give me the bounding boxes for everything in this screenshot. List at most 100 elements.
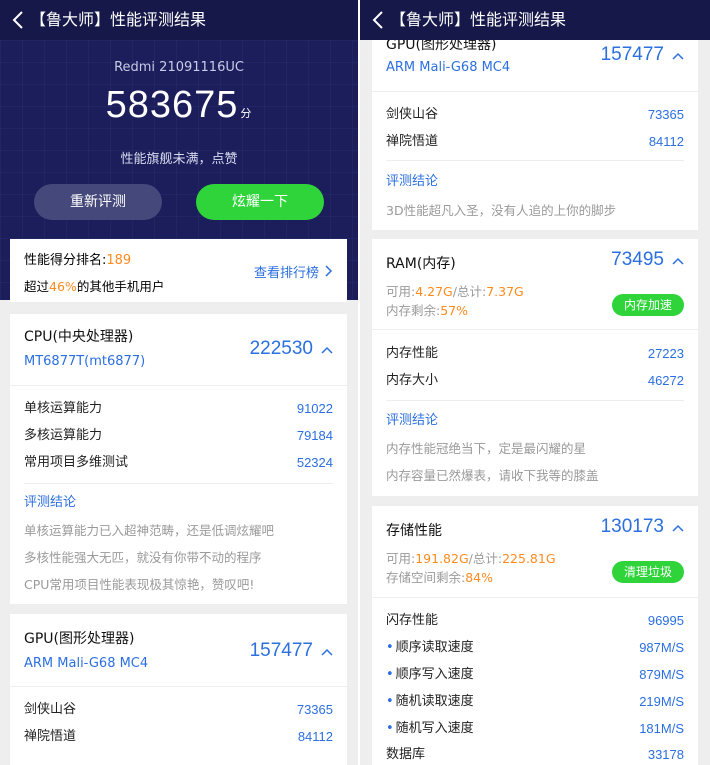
cpu-item-label: 单核运算能力 — [24, 401, 103, 416]
cpu-item-row: 单核运算能力 91022 — [24, 400, 333, 418]
view-ranking-link[interactable]: 查看排行榜 — [254, 262, 319, 281]
gpu-item-label: 禅院悟道 — [386, 134, 439, 149]
storage-item-label: 随机读取速度 — [395, 694, 474, 709]
total-score-value: 583675 — [105, 84, 239, 126]
rank-value: 189 — [106, 253, 132, 268]
top-bar: 【鲁大师】性能评测结果 — [0, 0, 358, 40]
gpu-conclusion-title: 评测结论 — [386, 174, 439, 189]
total-score: 583675 分 — [0, 84, 358, 127]
gpu-item-label: 剑侠山谷 — [24, 702, 77, 717]
memory-boost-button[interactable]: 内存加速 — [611, 294, 684, 316]
share-button[interactable]: 炫耀一下 — [196, 184, 324, 220]
cpu-model: MT6877T(mt6877) — [24, 354, 146, 369]
right-screen: GPU(图形处理器) ARM Mali-G68 MC4 157477 剑侠山谷 7… — [360, 0, 710, 765]
gpu-score: 157477 — [249, 640, 313, 661]
ram-card: RAM(内存) 73495 可用:4.27G/总计:7.37G 内存剩余:57%… — [372, 239, 698, 496]
cpu-conclusion: 多核性能强大无匹，就没有你带不动的程序 — [24, 550, 262, 565]
storage-usage: 可用:191.82G/总计:225.81G — [386, 548, 556, 567]
cpu-item-label: 多核运算能力 — [24, 428, 103, 443]
top-bar: 【鲁大师】性能评测结果 — [360, 0, 710, 40]
gpu-item-value: 73365 — [296, 702, 333, 717]
storage-score: 130173 — [600, 516, 664, 537]
gpu-conclusion: 3D性能超凡入圣，没有人追的上你的脚步 — [386, 203, 617, 218]
flash-row: 闪存性能 96995 — [386, 612, 684, 630]
cpu-conclusion-title: 评测结论 — [24, 495, 77, 510]
page-title: 【鲁大师】性能评测结果 — [30, 10, 207, 29]
rank-line: 性能得分排名:189 — [24, 249, 131, 268]
divider — [24, 483, 333, 484]
storage-title: 存储性能 — [386, 523, 442, 539]
ram-usage: 可用:4.27G/总计:7.37G — [386, 281, 524, 300]
beat-percent: 46% — [49, 279, 77, 294]
cpu-item-row: 多核运算能力 79184 — [24, 427, 333, 445]
gpu-item-row: 剑侠山谷 73365 — [24, 701, 333, 719]
cpu-title: CPU(中央处理器) — [24, 329, 134, 345]
cpu-score: 222530 — [249, 338, 313, 359]
ram-item-row: 内存性能 27223 — [386, 345, 684, 363]
storage-card: 存储性能 130173 可用:191.82G/总计:225.81G 存储空间剩余… — [372, 506, 698, 765]
storage-remain-value: 84% — [465, 570, 494, 585]
gpu-item-row: 剑侠山谷 73365 — [386, 106, 684, 124]
gpu-title: GPU(图形处理器) — [24, 631, 135, 647]
chevron-up-icon[interactable] — [672, 257, 684, 265]
chevron-up-icon[interactable] — [672, 52, 684, 60]
ram-remain-label: 内存剩余: — [386, 303, 441, 318]
ram-item-label: 内存性能 — [386, 346, 439, 361]
database-label: 数据库 — [386, 747, 426, 762]
beat-suffix: 的其他手机用户 — [76, 279, 165, 294]
storage-total-value: 225.81G — [502, 551, 556, 566]
gpu-item-label: 禅院悟道 — [24, 729, 77, 744]
storage-item-row: • 顺序读取速度 987M/S — [386, 639, 684, 657]
rank-label: 性能得分排名: — [24, 253, 107, 268]
device-model: Redmi 21091116UC — [114, 60, 244, 75]
gpu-score: 157477 — [600, 44, 664, 65]
left-screen: 【鲁大师】性能评测结果 Redmi 21091116UC 583675 分 性能旗… — [0, 0, 358, 765]
storage-item-label: 顺序写入速度 — [395, 667, 474, 682]
gpu-item-label: 剑侠山谷 — [386, 107, 439, 122]
storage-item-value: 879M/S — [639, 667, 684, 682]
cpu-item-value: 79184 — [296, 428, 333, 443]
ram-item-value: 46272 — [647, 373, 684, 388]
ram-total-value: 7.37G — [486, 284, 524, 299]
chevron-up-icon[interactable] — [321, 648, 333, 656]
back-arrow-icon[interactable] — [368, 8, 390, 32]
storage-item-value: 987M/S — [639, 640, 684, 655]
divider — [386, 160, 684, 161]
cpu-item-label: 常用项目多维测试 — [24, 455, 129, 470]
divider — [386, 400, 684, 401]
chevron-up-icon[interactable] — [321, 346, 333, 354]
beat-line: 超过46%的其他手机用户 — [24, 276, 164, 295]
storage-avail-label: 可用: — [386, 551, 416, 566]
ram-remaining: 内存剩余:57% — [386, 300, 468, 319]
ram-total-label: /总计: — [452, 284, 487, 299]
rank-card[interactable]: 性能得分排名:189 超过46%的其他手机用户 查看排行榜 — [10, 239, 347, 302]
storage-item-row: • 顺序写入速度 879M/S — [386, 666, 684, 684]
storage-avail-value: 191.82G — [415, 551, 469, 566]
ram-item-row: 内存大小 46272 — [386, 372, 684, 390]
flash-label: 闪存性能 — [386, 613, 439, 628]
storage-item-row: • 随机写入速度 181M/S — [386, 720, 684, 738]
storage-item-row: • 随机读取速度 219M/S — [386, 693, 684, 711]
beat-prefix: 超过 — [24, 279, 50, 294]
database-row: 数据库 33178 — [386, 746, 684, 764]
gpu-card: GPU(图形处理器) ARM Mali-G68 MC4 157477 剑侠山谷 7… — [372, 24, 698, 230]
bullet-dot-icon: • — [386, 640, 394, 655]
back-arrow-icon[interactable] — [8, 8, 30, 32]
ram-title: RAM(内存) — [386, 256, 456, 272]
ram-item-value: 27223 — [647, 346, 684, 361]
clean-junk-button[interactable]: 清理垃圾 — [611, 561, 684, 583]
cpu-item-row: 常用项目多维测试 52324 — [24, 454, 333, 472]
chevron-up-icon[interactable] — [672, 524, 684, 532]
score-unit: 分 — [240, 108, 253, 120]
gpu-model: ARM Mali-G68 MC4 — [24, 656, 149, 671]
cpu-conclusion: 单核运算能力已入超神范畴，还是低调炫耀吧 — [24, 523, 275, 538]
storage-remain-label: 存储空间剩余: — [386, 570, 466, 585]
gpu-model: ARM Mali-G68 MC4 — [386, 60, 511, 75]
ram-avail-label: 可用: — [386, 284, 416, 299]
retest-button[interactable]: 重新评测 — [34, 184, 162, 220]
flash-value: 96995 — [647, 613, 684, 628]
score-tagline: 性能旗舰未满，点赞 — [120, 152, 238, 167]
bullet-dot-icon: • — [386, 694, 394, 709]
storage-item-label: 随机写入速度 — [395, 721, 474, 736]
ram-avail-value: 4.27G — [415, 284, 453, 299]
